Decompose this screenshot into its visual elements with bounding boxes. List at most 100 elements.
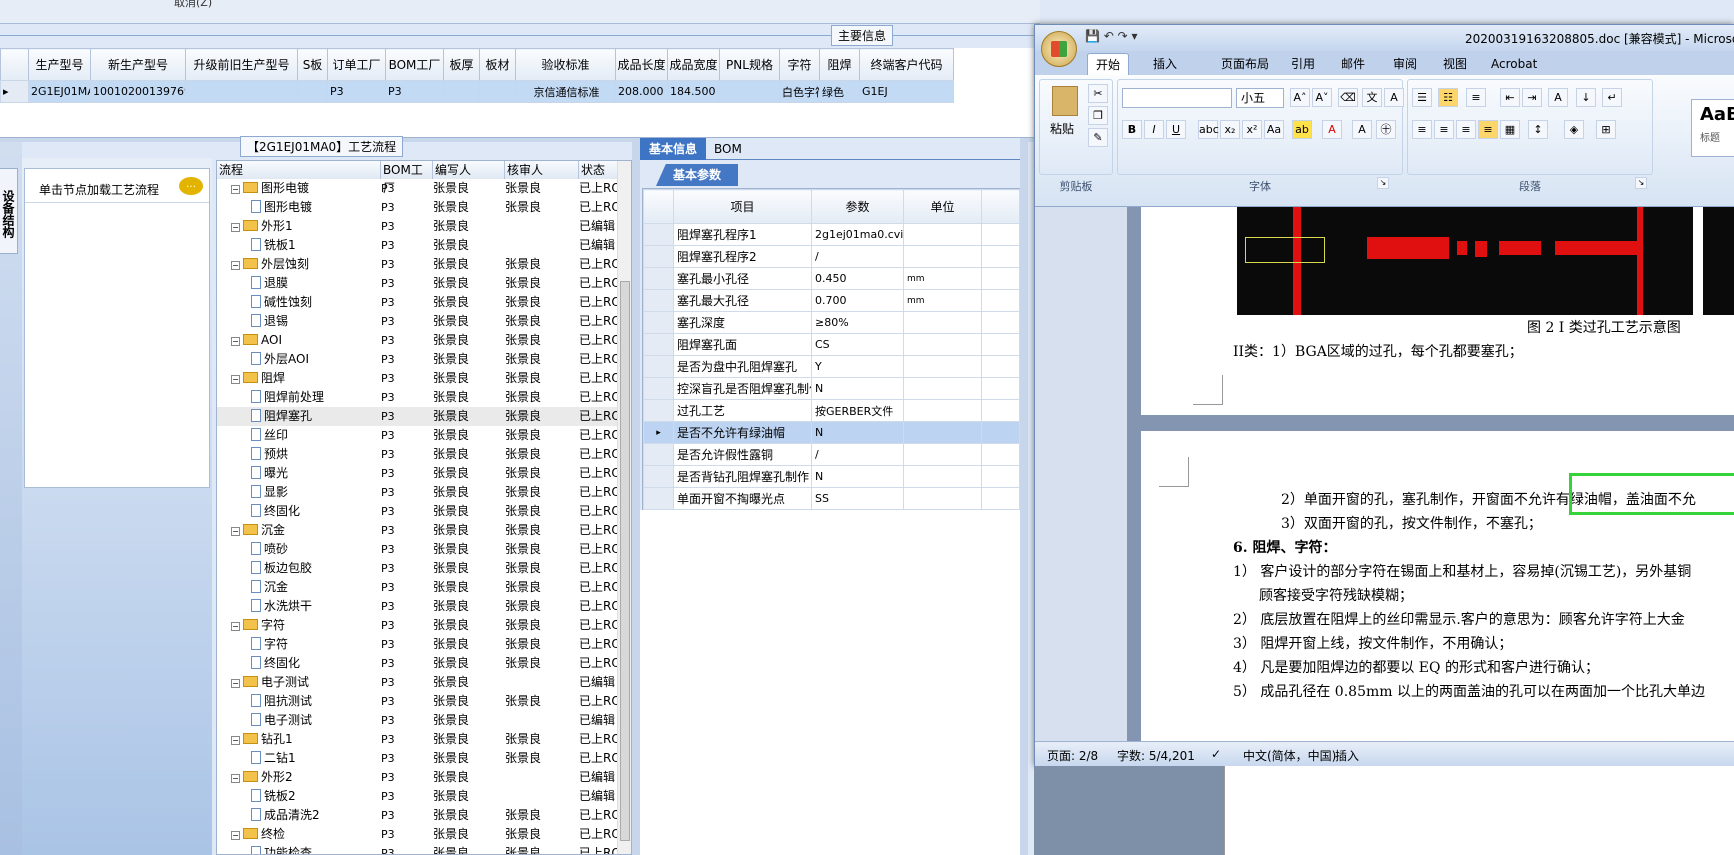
collapse-icon[interactable]: − <box>231 774 240 783</box>
underline-icon[interactable]: U <box>1166 120 1186 139</box>
params-row[interactable]: 是否允许假性露铜 / <box>643 443 1020 466</box>
ribbon-tab[interactable]: 视图 <box>1435 53 1475 75</box>
grid-cell[interactable]: 208.000 <box>615 80 668 103</box>
insert-mode[interactable]: 插入 <box>1335 747 1359 764</box>
tree-row[interactable]: 铣板1 P3 张景良 已编辑 <box>217 236 617 255</box>
ribbon-tab[interactable]: 插入 <box>1145 53 1185 75</box>
tree-row[interactable]: 预烘 P3 张景良 张景良 已上RO <box>217 445 619 464</box>
char-border-icon[interactable]: A <box>1384 88 1404 107</box>
paste-icon[interactable] <box>1052 86 1078 116</box>
copy-icon[interactable]: ❐ <box>1088 106 1108 125</box>
params-column-header[interactable]: 单位 <box>903 189 982 224</box>
cut-icon[interactable]: ✂ <box>1088 84 1108 103</box>
tree-row[interactable]: 水洗烘干 P3 张景良 张景良 已上RO <box>217 597 619 616</box>
format-painter-icon[interactable]: ✎ <box>1088 128 1108 147</box>
paragraph-dialog-launcher-icon[interactable]: ↘ <box>1635 177 1647 189</box>
ribbon-tab[interactable]: Acrobat <box>1483 53 1545 75</box>
shrink-font-icon[interactable]: A˅ <box>1312 88 1332 107</box>
param-value[interactable]: CS <box>811 333 904 356</box>
superscript-icon[interactable]: x² <box>1242 120 1262 139</box>
tree-row[interactable]: 沉金 P3 张景良 张景良 已上RO <box>217 578 619 597</box>
tree-row[interactable]: 退锡 P3 张景良 张景良 已上RO <box>217 312 619 331</box>
font-name-combo[interactable] <box>1122 88 1232 108</box>
column-header[interactable]: S板 <box>297 48 328 81</box>
document-page-1[interactable]: 图 2 I 类过孔工艺示意图 II类：1）BGA区域的过孔，每个孔都要塞孔； <box>1141 207 1734 415</box>
sort-icon[interactable]: ↓ <box>1576 88 1596 107</box>
tab-device-structure[interactable]: 设备结构 <box>0 168 18 254</box>
tree-row[interactable]: − 图形电镀 P3 张景良 张景良 已上RO <box>217 179 619 198</box>
grid-cell[interactable] <box>443 80 480 103</box>
tree-scrollbar-thumb[interactable] <box>620 281 630 841</box>
tree-row[interactable]: 板边包胶 P3 张景良 张景良 已上RO <box>217 559 619 578</box>
tree-row[interactable]: − 沉金 P3 张景良 张景良 已上RO <box>217 521 619 540</box>
param-value[interactable]: 2g1ej01ma0.cvia <box>811 223 904 246</box>
column-header[interactable]: PNL规格 <box>719 48 780 81</box>
ribbon-tab[interactable]: 页面布局 <box>1213 53 1277 75</box>
param-value[interactable]: N <box>811 465 904 488</box>
right-splitter[interactable] <box>1020 138 1028 855</box>
collapse-icon[interactable]: − <box>231 527 240 536</box>
column-header[interactable]: 验收标准 <box>515 48 616 81</box>
tab-main-info[interactable]: 主要信息 <box>831 25 894 46</box>
font-color-icon[interactable]: A <box>1322 120 1342 139</box>
params-row[interactable]: 过孔工艺 按GERBER文件 <box>643 399 1020 422</box>
line-spacing-icon[interactable]: ↕ <box>1528 120 1548 139</box>
ribbon-tab[interactable]: 审阅 <box>1385 53 1425 75</box>
strikethrough-icon[interactable]: abc <box>1198 120 1219 139</box>
ribbon-tab[interactable]: 邮件 <box>1333 53 1373 75</box>
tree-row[interactable]: 喷砂 P3 张景良 张景良 已上RO <box>217 540 619 559</box>
align-center-icon[interactable]: ≡ <box>1434 120 1454 139</box>
clear-format-icon[interactable]: ⌫ <box>1338 88 1358 107</box>
collapse-icon[interactable]: − <box>231 736 240 745</box>
tree-row[interactable]: 阻抗测试 P3 张景良 张景良 已上RO <box>217 692 619 711</box>
page-indicator[interactable]: 页面: 2/8 <box>1047 747 1098 764</box>
tab-bom[interactable]: BOM <box>714 138 742 160</box>
params-row[interactable]: 是否背钻孔阻焊塞孔制作 N <box>643 465 1020 488</box>
cancel-partial-text[interactable]: 取消(Z) <box>174 0 212 10</box>
params-row[interactable]: 是否为盘中孔阻焊塞孔 Y <box>643 355 1020 378</box>
tree-row[interactable]: 二钻1 P3 张景良 张景良 已上RO <box>217 749 619 768</box>
param-value[interactable]: N <box>811 377 904 400</box>
param-value[interactable]: Y <box>811 355 904 378</box>
column-header[interactable]: 阻焊 <box>819 48 860 81</box>
multilevel-list-icon[interactable]: ≡ <box>1466 88 1486 107</box>
grid-cell[interactable]: 绿色 <box>819 80 860 103</box>
office-button-icon[interactable] <box>1041 31 1077 67</box>
vertical-splitter[interactable] <box>632 142 640 855</box>
column-header[interactable]: 成品长度 <box>615 48 668 81</box>
ribbon-tab[interactable]: 开始 <box>1087 53 1130 75</box>
tree-scrollbar[interactable] <box>617 161 631 854</box>
params-row[interactable]: ▸ 是否不允许有绿油帽 N <box>643 421 1020 444</box>
bold-icon[interactable]: B <box>1122 120 1142 139</box>
grid-cell[interactable]: 10010200139769 <box>90 80 186 103</box>
param-value[interactable]: N <box>811 421 904 444</box>
tree-row[interactable]: − 外层蚀刻 P3 张景良 张景良 已上RO <box>217 255 619 274</box>
quick-access-toolbar[interactable]: 💾 ↶ ↷ ▾ <box>1085 29 1138 43</box>
char-shading-icon[interactable]: A <box>1352 120 1372 139</box>
grid-cell[interactable] <box>479 80 516 103</box>
param-value[interactable]: SS <box>811 487 904 510</box>
param-value[interactable]: 按GERBER文件 <box>811 399 904 422</box>
param-value[interactable]: 0.450 <box>811 267 904 290</box>
bullets-icon[interactable]: ☰ <box>1412 88 1432 107</box>
tree-column-header[interactable]: 状态 <box>579 161 619 179</box>
align-left-icon[interactable]: ≡ <box>1412 120 1432 139</box>
collapse-icon[interactable]: − <box>231 261 240 270</box>
tree-row[interactable]: 退膜 P3 张景良 张景良 已上RO <box>217 274 619 293</box>
tree-row[interactable]: 阻焊塞孔 P3 张景良 张景良 已上RO <box>217 407 619 426</box>
tree-column-header[interactable]: BOM工厂 <box>381 161 433 195</box>
collapse-icon[interactable]: − <box>231 679 240 688</box>
grid-cell[interactable] <box>185 80 298 103</box>
proofing-icon[interactable]: ✓ <box>1211 747 1221 761</box>
subscript-icon[interactable]: x₂ <box>1220 120 1240 139</box>
column-header[interactable]: 成品宽度 <box>667 48 720 81</box>
param-value[interactable]: ≥80% <box>811 311 904 334</box>
tree-row[interactable]: − 电子测试 P3 张景良 已编辑 <box>217 673 617 692</box>
tree-row[interactable]: 字符 P3 张景良 张景良 已上RO <box>217 635 619 654</box>
params-row[interactable]: 单面开窗不掏曝光点 SS <box>643 487 1020 510</box>
tree-row[interactable]: − 外形1 P3 张景良 已编辑 <box>217 217 617 236</box>
increase-indent-icon[interactable]: ⇥ <box>1522 88 1542 107</box>
ribbon-tab[interactable]: 引用 <box>1283 53 1323 75</box>
collapse-icon[interactable]: − <box>231 337 240 346</box>
params-column-header[interactable]: 参数 <box>811 189 904 224</box>
